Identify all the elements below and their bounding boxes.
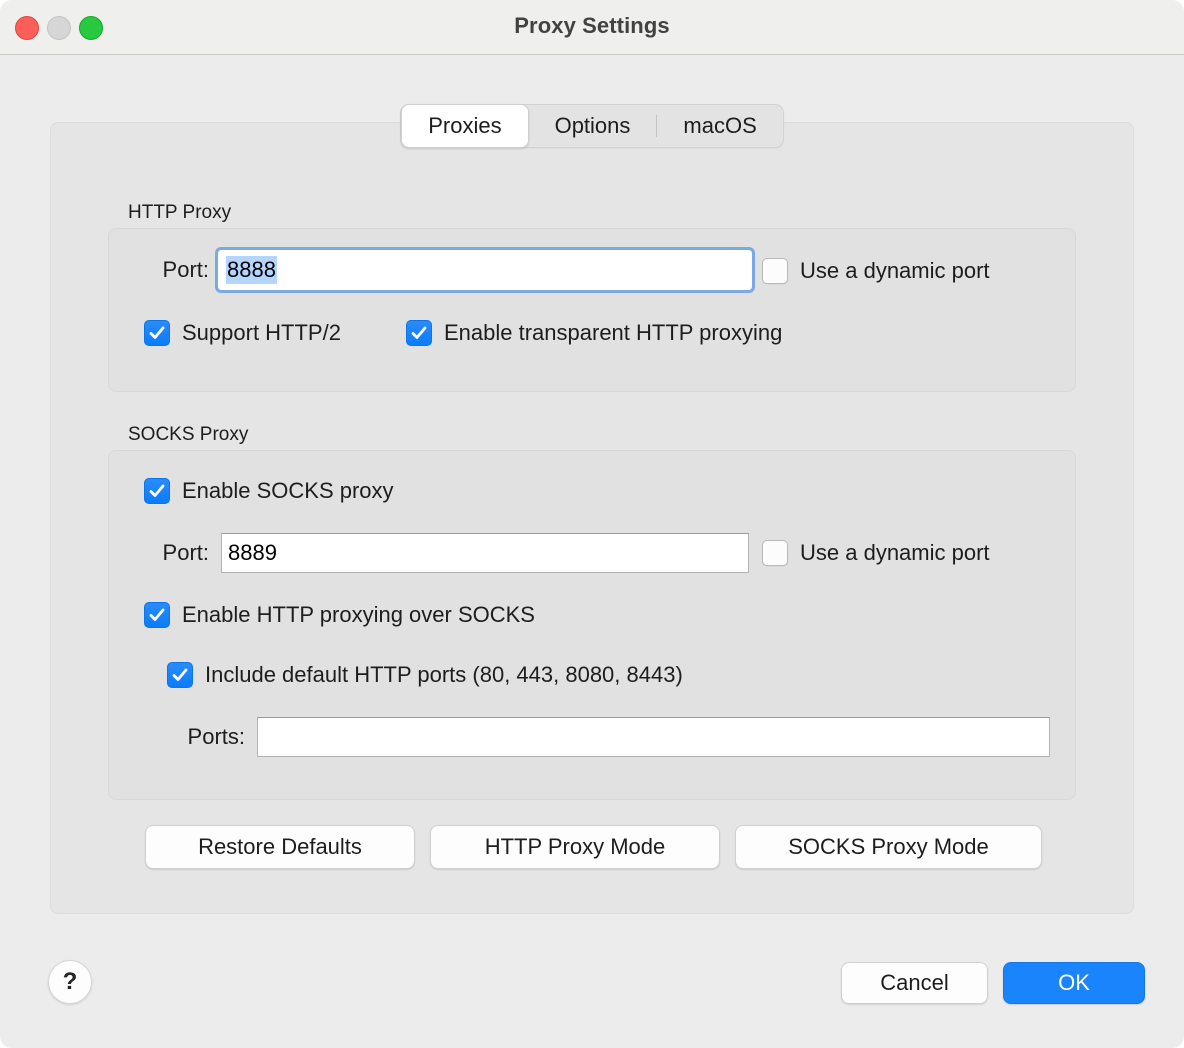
socks-dynamic-port-label: Use a dynamic port	[800, 540, 990, 565]
http-proxy-mode-button[interactable]: HTTP Proxy Mode	[430, 825, 720, 869]
check-icon	[149, 326, 165, 339]
socks-proxy-mode-button[interactable]: SOCKS Proxy Mode	[735, 825, 1042, 869]
support-http2-checkbox[interactable]	[144, 320, 170, 346]
http-over-socks-row[interactable]: Enable HTTP proxying over SOCKS	[144, 602, 535, 628]
http-port-input[interactable]: 8888	[215, 247, 755, 293]
tab-bar-area: Proxies Options macOS	[0, 104, 1184, 148]
http-port-value: 8888	[226, 256, 277, 284]
cancel-button[interactable]: Cancel	[841, 962, 988, 1004]
check-icon	[149, 608, 165, 621]
support-http2-row[interactable]: Support HTTP/2	[144, 320, 341, 346]
tab-macos[interactable]: macOS	[657, 105, 782, 147]
socks-ports-label: Ports:	[187, 724, 245, 749]
support-http2-label: Support HTTP/2	[182, 320, 341, 345]
socks-dynamic-port-row[interactable]: Use a dynamic port	[762, 540, 990, 566]
restore-defaults-button[interactable]: Restore Defaults	[145, 825, 415, 869]
enable-socks-row[interactable]: Enable SOCKS proxy	[144, 478, 394, 504]
http-port-label: Port:	[162, 257, 209, 282]
socks-port-label: Port:	[162, 540, 209, 565]
http-dynamic-port-label: Use a dynamic port	[800, 258, 990, 283]
include-default-ports-row[interactable]: Include default HTTP ports (80, 443, 808…	[167, 662, 683, 688]
http-dynamic-port-checkbox[interactable]	[762, 258, 788, 284]
socks-ports-row: Ports:	[163, 717, 1050, 757]
transparent-http-checkbox[interactable]	[406, 320, 432, 346]
include-default-ports-checkbox[interactable]	[167, 662, 193, 688]
socks-port-input[interactable]: 8889	[221, 533, 749, 573]
include-default-ports-label: Include default HTTP ports (80, 443, 808…	[205, 662, 683, 687]
check-icon	[172, 668, 188, 681]
http-dynamic-port-row[interactable]: Use a dynamic port	[762, 258, 990, 284]
help-button[interactable]: ?	[48, 960, 92, 1004]
http-over-socks-label: Enable HTTP proxying over SOCKS	[182, 602, 535, 627]
titlebar: Proxy Settings	[0, 0, 1184, 55]
enable-socks-label: Enable SOCKS proxy	[182, 478, 394, 503]
proxy-settings-window: Proxy Settings Proxies Options macOS HTT…	[0, 0, 1184, 1048]
socks-ports-input[interactable]	[257, 717, 1050, 757]
check-icon	[149, 484, 165, 497]
transparent-http-label: Enable transparent HTTP proxying	[444, 320, 783, 345]
ok-button[interactable]: OK	[1003, 962, 1145, 1004]
tab-proxies[interactable]: Proxies	[401, 104, 529, 148]
enable-socks-checkbox[interactable]	[144, 478, 170, 504]
transparent-http-row[interactable]: Enable transparent HTTP proxying	[406, 320, 782, 346]
http-over-socks-checkbox[interactable]	[144, 602, 170, 628]
tab-options[interactable]: Options	[529, 105, 657, 147]
check-icon	[411, 326, 427, 339]
socks-dynamic-port-checkbox[interactable]	[762, 540, 788, 566]
tab-bar: Proxies Options macOS	[400, 104, 784, 148]
window-title: Proxy Settings	[514, 13, 670, 38]
socks-proxy-group-label: SOCKS Proxy	[128, 424, 249, 445]
http-port-row: Port: 8888	[133, 247, 755, 293]
http-proxy-group-label: HTTP Proxy	[128, 202, 232, 223]
socks-port-row: Port: 8889	[133, 533, 749, 573]
socks-port-value: 8889	[228, 540, 277, 565]
